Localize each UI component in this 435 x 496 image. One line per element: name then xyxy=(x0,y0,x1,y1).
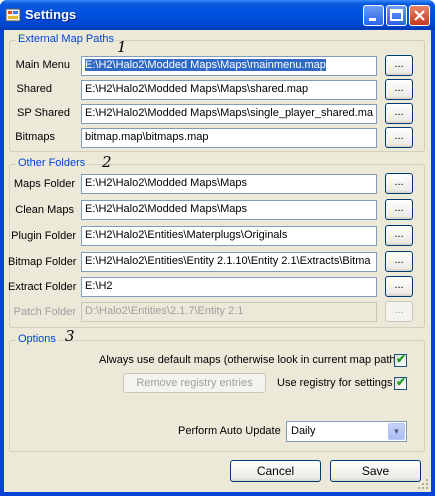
bitmap-folder-label: Bitmap Folder xyxy=(8,256,77,268)
clean-maps-label: Clean Maps xyxy=(15,204,74,216)
sp-shared-browse-button[interactable]: ... xyxy=(385,103,413,124)
checkmark-icon: ✔ xyxy=(396,375,407,389)
main-menu-browse-button[interactable]: ... xyxy=(385,55,413,76)
clean-maps-field[interactable]: E:\H2\Halo2\Modded Maps\Maps xyxy=(81,200,377,220)
plugin-folder-label: Plugin Folder xyxy=(11,230,76,242)
extract-folder-browse-button[interactable]: ... xyxy=(385,276,413,297)
other-folders-title: Other Folders xyxy=(16,157,88,169)
close-button[interactable] xyxy=(409,5,430,26)
minimize-icon xyxy=(369,18,376,21)
sp-shared-path-field[interactable]: E:\H2\Halo2\Modded Maps\Maps\single_play… xyxy=(81,104,377,124)
app-icon xyxy=(5,8,21,22)
patch-folder-label: Patch Folder xyxy=(13,306,76,318)
chevron-down-icon[interactable]: ▼ xyxy=(388,423,405,440)
external-map-paths-title: External Map Paths xyxy=(16,33,116,45)
main-menu-path-field[interactable]: E:\H2\Halo2\Modded Maps\Maps\mainmenu.ma… xyxy=(81,56,377,76)
shared-path-field[interactable]: E:\H2\Halo2\Modded Maps\Maps\shared.map xyxy=(81,80,377,100)
extract-folder-field[interactable]: E:\H2 xyxy=(81,277,377,297)
always-default-maps-label: Always use default maps (otherwise look … xyxy=(99,354,400,366)
save-button[interactable]: Save xyxy=(330,460,421,482)
bitmap-folder-browse-button[interactable]: ... xyxy=(385,251,413,272)
plugin-folder-browse-button[interactable]: ... xyxy=(385,225,413,246)
annotation-number-2: 2 xyxy=(102,153,112,171)
auto-update-selected-value: Daily xyxy=(291,425,316,437)
main-menu-label: Main Menu xyxy=(15,59,70,71)
shared-browse-button[interactable]: ... xyxy=(385,79,413,100)
close-icon xyxy=(414,10,425,21)
bitmaps-path-field[interactable]: bitmap.map\bitmaps.map xyxy=(81,128,377,148)
dialog-client-area: External Map Paths 1 Main Menu E:\H2\Hal… xyxy=(4,30,431,492)
annotation-number-3: 3 xyxy=(65,327,75,345)
window-title: Settings xyxy=(25,7,77,22)
maps-folder-label: Maps Folder xyxy=(13,178,75,190)
checkmark-icon: ✔ xyxy=(396,352,407,366)
remove-registry-button: Remove registry entries xyxy=(123,373,266,393)
auto-update-select[interactable]: Daily ▼ xyxy=(286,421,407,442)
patch-folder-browse-button: ... xyxy=(385,301,413,322)
bitmap-folder-field[interactable]: E:\H2\Halo2\Entities\Entity 2.1.10\Entit… xyxy=(81,252,377,272)
options-title: Options xyxy=(16,333,58,345)
plugin-folder-field[interactable]: E:\H2\Halo2\Entities\Materplugs\Original… xyxy=(81,226,377,246)
minimize-button[interactable] xyxy=(363,5,384,26)
title-bar[interactable]: Settings xyxy=(0,0,435,30)
maximize-icon xyxy=(390,9,403,21)
clean-maps-browse-button[interactable]: ... xyxy=(385,199,413,220)
sp-shared-label: SP Shared xyxy=(16,107,70,119)
use-registry-label: Use registry for settings xyxy=(277,377,393,389)
shared-label: Shared xyxy=(16,83,52,95)
auto-update-label: Perform Auto Update xyxy=(178,425,281,437)
maps-folder-browse-button[interactable]: ... xyxy=(385,173,413,194)
maps-folder-field[interactable]: E:\H2\Halo2\Modded Maps\Maps xyxy=(81,174,377,194)
maximize-button[interactable] xyxy=(386,5,407,26)
bitmaps-label: Bitmaps xyxy=(15,131,55,143)
resize-grip-icon[interactable] xyxy=(417,478,429,490)
bitmaps-browse-button[interactable]: ... xyxy=(385,127,413,148)
extract-folder-label: Extract Folder xyxy=(8,281,77,293)
settings-window: Settings External Map Paths 1 Main Menu … xyxy=(0,0,435,496)
use-registry-checkbox[interactable]: ✔ xyxy=(394,375,407,390)
annotation-number-1: 1 xyxy=(117,38,127,56)
cancel-button[interactable]: Cancel xyxy=(230,460,321,482)
patch-folder-field: D:\Halo2\Entities\2.1.7\Entity 2.1 xyxy=(81,302,377,322)
always-default-maps-checkbox[interactable]: ✔ xyxy=(394,352,407,367)
